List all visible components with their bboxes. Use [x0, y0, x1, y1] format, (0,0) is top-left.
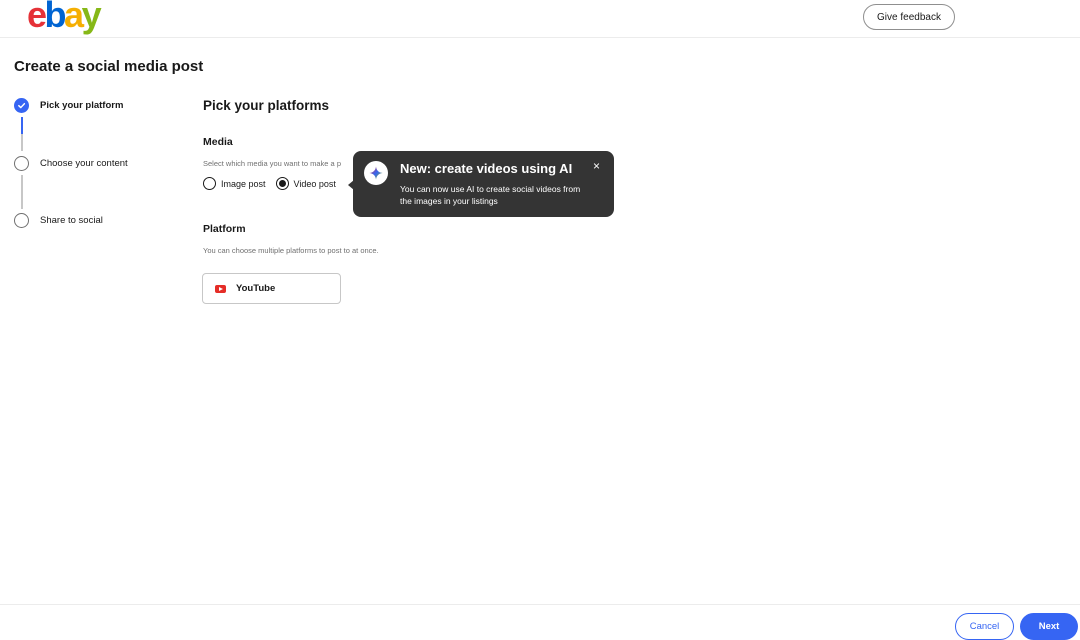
media-heading: Media — [203, 136, 233, 148]
video-post-label[interactable]: Video post — [294, 179, 336, 189]
top-header: ebay Give feedback — [0, 0, 1080, 38]
media-helper-text: Select which media you want to make a p — [203, 159, 341, 168]
platform-label: YouTube — [236, 283, 276, 294]
platform-heading: Platform — [203, 223, 246, 235]
step-connector-active — [21, 117, 23, 134]
cancel-button[interactable]: Cancel — [955, 613, 1014, 640]
media-radio-group: Image post Video post — [203, 177, 346, 190]
next-button[interactable]: Next — [1020, 613, 1078, 640]
section-title: Pick your platforms — [203, 98, 330, 113]
step-label: Choose your content — [40, 158, 128, 169]
step-circle-icon — [14, 156, 29, 171]
step-pick-platform: Pick your platform — [14, 98, 123, 113]
step-label: Share to social — [40, 215, 103, 226]
tooltip-title: New: create videos using AI — [400, 161, 573, 176]
youtube-platform-tile[interactable]: YouTube — [202, 273, 341, 304]
ai-video-tooltip: New: create videos using AI × You can no… — [348, 151, 614, 217]
step-choose-content: Choose your content — [14, 156, 128, 171]
platform-helper-text: You can choose multiple platforms to pos… — [203, 246, 379, 255]
youtube-icon — [215, 284, 226, 293]
check-icon — [14, 98, 29, 113]
step-connector — [21, 134, 23, 151]
step-share-social: Share to social — [14, 213, 103, 228]
close-icon[interactable]: × — [593, 159, 600, 173]
image-post-label[interactable]: Image post — [221, 179, 266, 189]
step-circle-icon — [14, 213, 29, 228]
step-label: Pick your platform — [40, 100, 124, 111]
give-feedback-button[interactable]: Give feedback — [863, 4, 955, 30]
ebay-logo[interactable]: ebay — [27, 0, 102, 37]
step-connector — [21, 175, 23, 209]
sparkle-icon — [364, 161, 388, 185]
image-post-radio[interactable] — [203, 177, 216, 190]
footer-bar: Cancel Next — [0, 604, 1080, 640]
tooltip-body: You can now use AI to create social vide… — [400, 184, 581, 206]
page-title: Create a social media post — [14, 58, 204, 75]
video-post-radio[interactable] — [275, 177, 289, 190]
